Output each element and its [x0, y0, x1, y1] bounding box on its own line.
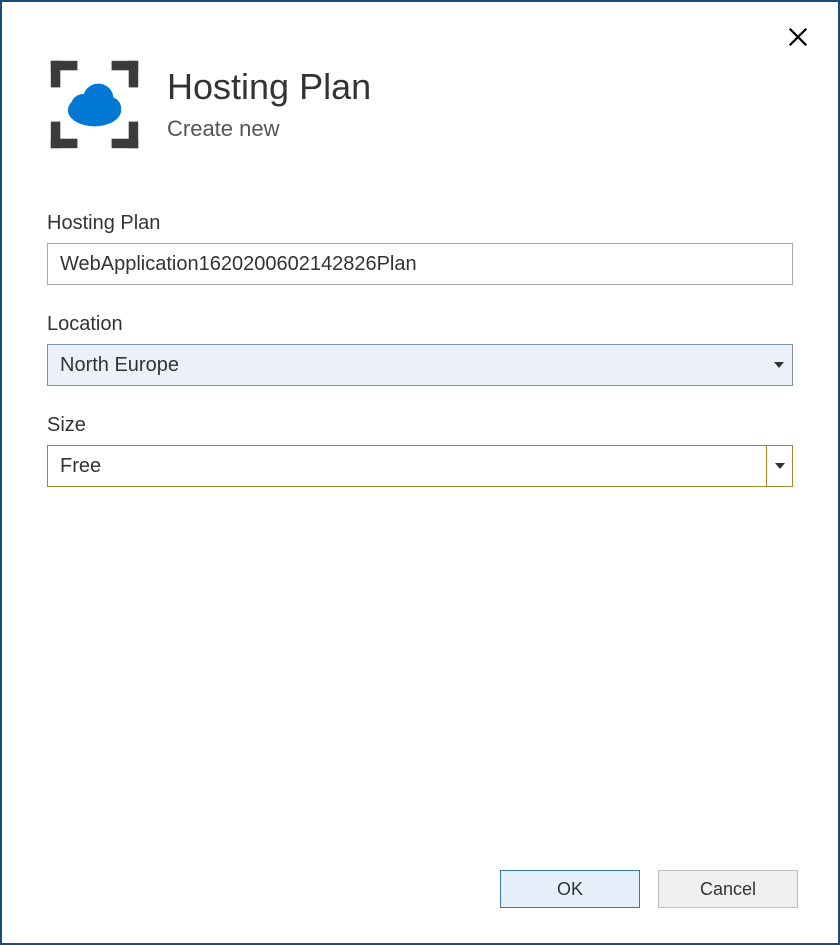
chevron-down-icon [775, 463, 785, 469]
hosting-plan-label: Hosting Plan [47, 212, 793, 235]
location-select[interactable]: North Europe [47, 344, 793, 386]
location-label: Location [47, 313, 793, 336]
hosting-plan-icon [47, 57, 142, 152]
dialog-footer: OK Cancel [2, 870, 838, 943]
location-value: North Europe [48, 345, 766, 385]
size-select[interactable]: Free [47, 445, 793, 487]
chevron-down-icon [774, 362, 784, 368]
ok-button[interactable]: OK [500, 870, 640, 908]
close-icon [787, 26, 809, 48]
hosting-plan-group: Hosting Plan [47, 212, 793, 285]
size-dropdown-button[interactable] [766, 446, 792, 486]
hosting-plan-input[interactable] [47, 243, 793, 285]
size-label: Size [47, 414, 793, 437]
dialog-title: Hosting Plan [167, 67, 371, 107]
hosting-plan-dialog: Hosting Plan Create new Hosting Plan Loc… [0, 0, 840, 945]
size-value: Free [48, 446, 766, 486]
size-group: Size Free [47, 414, 793, 487]
dialog-subtitle: Create new [167, 116, 371, 142]
form-area: Hosting Plan Location North Europe Size … [2, 182, 838, 870]
cancel-button[interactable]: Cancel [658, 870, 798, 908]
close-button[interactable] [783, 22, 813, 52]
header-text: Hosting Plan Create new [167, 67, 371, 143]
dialog-header: Hosting Plan Create new [2, 2, 838, 182]
location-group: Location North Europe [47, 313, 793, 386]
location-dropdown-button[interactable] [766, 345, 792, 385]
